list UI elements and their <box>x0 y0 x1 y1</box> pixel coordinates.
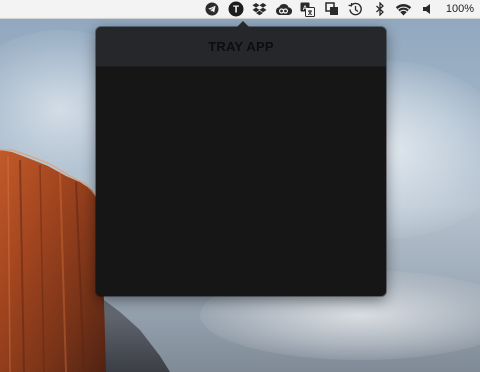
popover-header: TRAY APP <box>96 27 386 67</box>
wifi-icon[interactable] <box>392 0 416 19</box>
translate-icon[interactable]: A <box>296 0 320 19</box>
tray-popover: TRAY APP <box>96 21 386 296</box>
svg-text:A: A <box>303 4 308 11</box>
menu-bar: T A 100% <box>0 0 480 19</box>
bluetooth-icon[interactable] <box>368 0 392 19</box>
time-machine-icon[interactable] <box>344 0 368 19</box>
tray-app-icon[interactable]: T <box>224 0 248 19</box>
telegram-icon[interactable] <box>200 0 224 19</box>
desktop: T A 100% TRAY APP <box>0 0 480 372</box>
screen-capture-icon[interactable] <box>320 0 344 19</box>
volume-icon[interactable] <box>416 0 440 19</box>
popover-arrow <box>236 21 250 28</box>
popover-content <box>96 67 386 296</box>
dropbox-icon[interactable] <box>248 0 272 19</box>
popover-title: TRAY APP <box>208 39 274 54</box>
battery-percentage[interactable]: 100% <box>440 0 478 19</box>
creative-cloud-icon[interactable] <box>272 0 296 19</box>
tray-app-icon-label: T <box>233 5 239 16</box>
